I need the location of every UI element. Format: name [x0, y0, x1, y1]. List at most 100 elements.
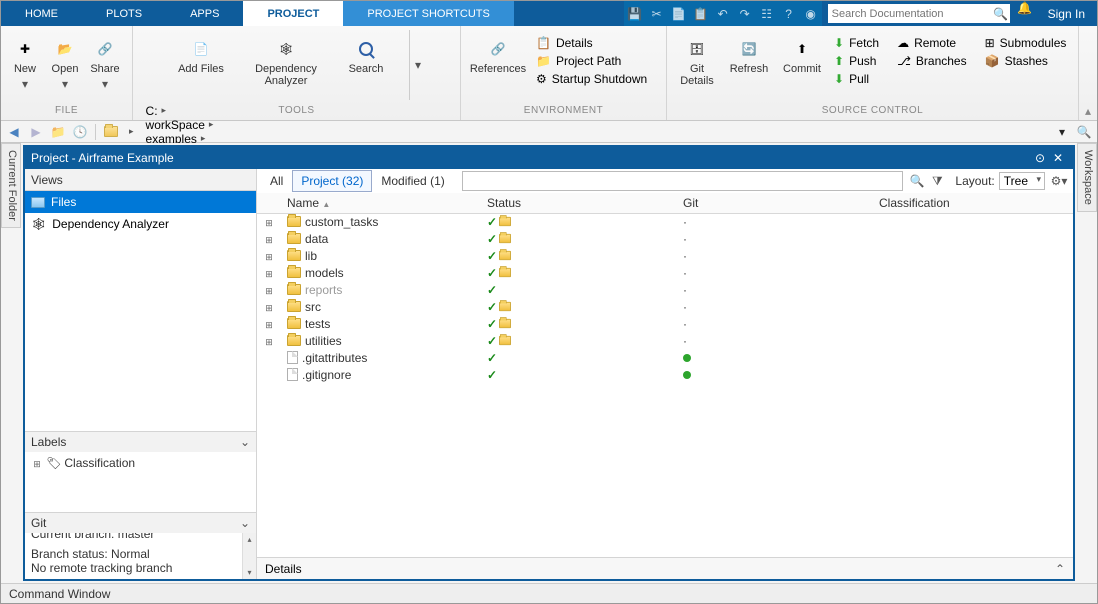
filter-icon[interactable]: ⧩: [927, 174, 947, 189]
labels-header[interactable]: Labels ⌄: [25, 432, 256, 452]
tab-home[interactable]: HOME: [1, 1, 82, 26]
table-row[interactable]: ⊞data✓·: [257, 230, 1073, 247]
notification-icon[interactable]: 🔔: [1014, 1, 1036, 26]
refresh-button[interactable]: 🔄 Refresh: [725, 30, 773, 78]
expand-icon[interactable]: ⊞: [263, 218, 275, 229]
file-search-icon[interactable]: 🔍: [907, 174, 927, 188]
doc-search[interactable]: 🔍: [828, 4, 1010, 23]
nav-fwd-icon[interactable]: ▶: [26, 123, 46, 141]
open-dropdown-icon[interactable]: ▾: [59, 77, 72, 91]
commit-button[interactable]: ⬆ Commit: [777, 30, 827, 78]
table-row[interactable]: ⊞tests✓·: [257, 315, 1073, 332]
crumb-c[interactable]: C:▸: [142, 104, 220, 118]
table-row[interactable]: ⊞utilities✓·: [257, 332, 1073, 349]
expand-icon[interactable]: ⊞: [263, 252, 275, 263]
layout-select[interactable]: Tree: [999, 172, 1045, 190]
fetch-button[interactable]: ⬇Fetch: [831, 34, 882, 52]
crumb-root-arrow[interactable]: ▸: [123, 126, 140, 137]
git-details-button[interactable]: 🗄 Git Details: [673, 30, 721, 90]
remote-button[interactable]: ☁Remote: [894, 34, 970, 52]
crumb-workspace[interactable]: workSpace▸: [142, 118, 220, 132]
filter-all[interactable]: All: [261, 170, 292, 192]
stashes-button[interactable]: 📦Stashes: [982, 52, 1070, 70]
filter-modified[interactable]: Modified (1): [372, 170, 453, 192]
table-row[interactable]: .gitattributes✓: [257, 349, 1073, 366]
view-files[interactable]: Files: [25, 191, 256, 213]
addr-dropdown-icon[interactable]: ▾: [1052, 123, 1072, 141]
help-icon[interactable]: ?: [778, 1, 800, 26]
tab-apps[interactable]: APPS: [166, 1, 243, 26]
view-dependency[interactable]: 🕸 Dependency Analyzer: [25, 213, 256, 235]
col-git[interactable]: Git: [677, 193, 873, 213]
addons-icon[interactable]: ◉: [800, 1, 822, 26]
project-path-button[interactable]: 📁Project Path: [533, 52, 650, 70]
panel-close-icon[interactable]: ✕: [1049, 151, 1067, 165]
save-icon[interactable]: 💾: [624, 1, 646, 26]
dependency-analyzer-button[interactable]: 🕸 Dependency Analyzer: [249, 30, 323, 90]
nav-back-icon[interactable]: ◀: [4, 123, 24, 141]
open-button[interactable]: 📂 Open ▾: [47, 30, 83, 94]
filter-project[interactable]: Project (32): [292, 170, 372, 192]
copy-icon[interactable]: 📄: [668, 1, 690, 26]
git-header[interactable]: Git ⌄: [25, 513, 256, 533]
undo-icon[interactable]: ↶: [712, 1, 734, 26]
redo-icon[interactable]: ↷: [734, 1, 756, 26]
tab-project-shortcuts[interactable]: PROJECT SHORTCUTS: [343, 1, 513, 26]
new-button[interactable]: ✚ New ▾: [7, 30, 43, 94]
expand-icon[interactable]: ⊞: [263, 320, 275, 331]
panel-undock-icon[interactable]: ⊙: [1031, 151, 1049, 165]
col-name[interactable]: Name ▲: [281, 193, 481, 213]
folder-root-icon[interactable]: [101, 123, 121, 141]
group-env-label: ENVIRONMENT: [461, 105, 666, 120]
table-row[interactable]: ⊞custom_tasks✓·: [257, 213, 1073, 230]
expand-icon[interactable]: ⊞: [263, 286, 275, 297]
startup-shutdown-button[interactable]: ⚙Startup Shutdown: [533, 70, 650, 88]
nav-up-icon[interactable]: 📁: [48, 123, 68, 141]
git-scroll-up-icon[interactable]: ▴: [247, 535, 251, 544]
env-details-button[interactable]: 📋Details: [533, 34, 650, 52]
table-row[interactable]: ⊞src✓·: [257, 298, 1073, 315]
nav-history-icon[interactable]: 🕓: [70, 123, 90, 141]
add-files-button[interactable]: 📄 Add Files: [171, 30, 231, 78]
table-row[interactable]: ⊞models✓·: [257, 264, 1073, 281]
submodules-button[interactable]: ⊞Submodules: [982, 34, 1070, 52]
paste-icon[interactable]: 📋: [690, 1, 712, 26]
minimize-ribbon-icon[interactable]: ▴: [1079, 26, 1097, 120]
share-button[interactable]: 🔗 Share ▾: [87, 30, 123, 94]
expand-icon[interactable]: ⊞: [263, 269, 275, 280]
tab-project[interactable]: PROJECT: [243, 1, 343, 26]
table-row[interactable]: .gitignore✓: [257, 366, 1073, 383]
label-classification[interactable]: Classification: [64, 456, 135, 470]
references-button[interactable]: 🔗 References: [467, 30, 529, 78]
compare-icon[interactable]: ☷: [756, 1, 778, 26]
branches-label: Branches: [916, 54, 967, 68]
share-dropdown-icon[interactable]: ▾: [99, 77, 112, 91]
table-row[interactable]: ⊞reports✓·: [257, 281, 1073, 298]
tools-search-button[interactable]: Search: [341, 30, 391, 78]
file-search-input[interactable]: [462, 171, 904, 191]
expand-icon[interactable]: ⊞: [263, 337, 275, 348]
git-scroll-down-icon[interactable]: ▾: [247, 568, 251, 577]
new-dropdown-icon[interactable]: ▾: [19, 77, 32, 91]
command-window-tab[interactable]: Command Window: [1, 583, 1097, 603]
search-submit-icon[interactable]: 🔍: [992, 7, 1010, 21]
col-classification[interactable]: Classification: [873, 193, 1073, 213]
addr-search-icon[interactable]: 🔍: [1074, 123, 1094, 141]
col-status[interactable]: Status: [481, 193, 677, 213]
tools-dropdown-icon[interactable]: ▾: [409, 30, 422, 100]
pull-button[interactable]: ⬇Pull: [831, 70, 882, 88]
details-bar[interactable]: Details ⌃: [257, 557, 1073, 579]
gear-icon[interactable]: ⚙▾: [1049, 174, 1069, 188]
doc-search-input[interactable]: [828, 8, 992, 20]
table-row[interactable]: ⊞lib✓·: [257, 247, 1073, 264]
branches-button[interactable]: ⎇Branches: [894, 52, 970, 70]
push-button[interactable]: ⬆Push: [831, 52, 882, 70]
labels-expand-icon[interactable]: ⊞: [31, 459, 43, 470]
expand-icon[interactable]: ⊞: [263, 303, 275, 314]
side-tab-current-folder[interactable]: Current Folder: [1, 143, 21, 228]
side-tab-workspace[interactable]: Workspace: [1077, 143, 1097, 212]
cut-icon[interactable]: ✂: [646, 1, 668, 26]
sign-in-link[interactable]: Sign In: [1036, 1, 1097, 26]
expand-icon[interactable]: ⊞: [263, 235, 275, 246]
tab-plots[interactable]: PLOTS: [82, 1, 166, 26]
